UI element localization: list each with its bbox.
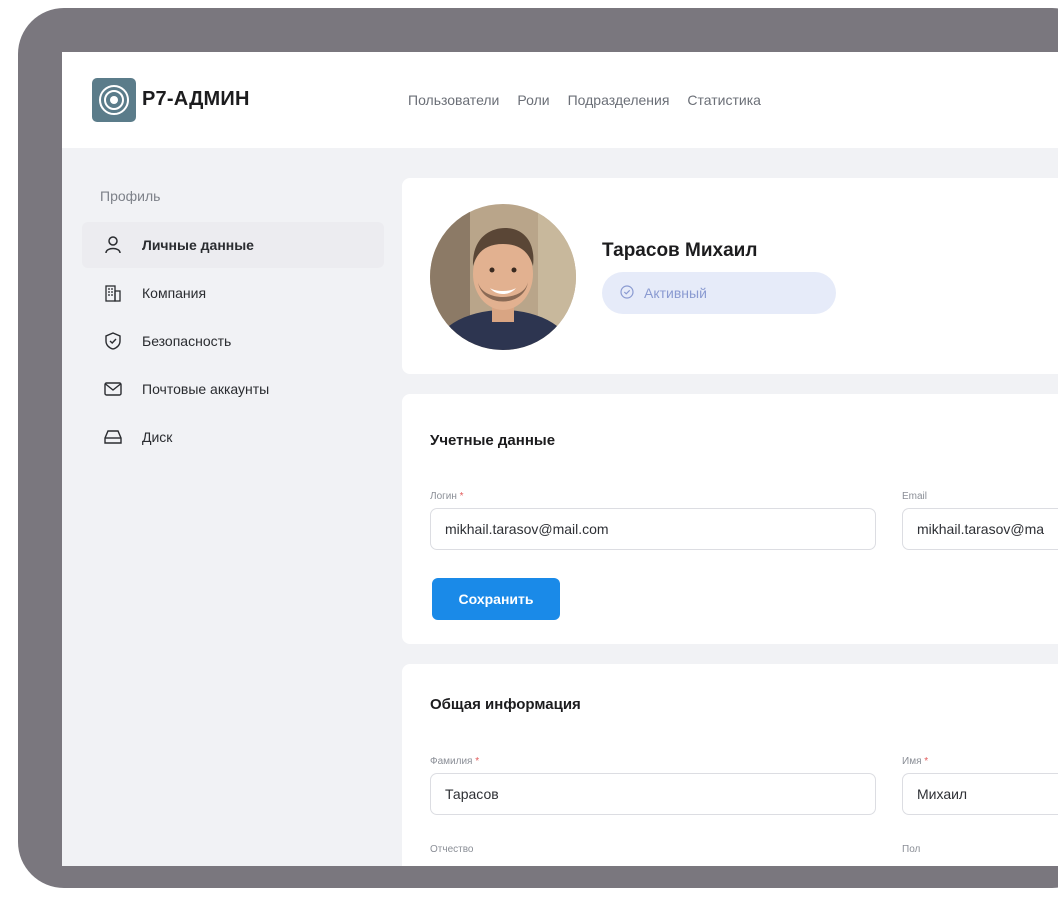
general-info-title: Общая информация: [430, 696, 581, 713]
logo-icon[interactable]: [92, 78, 136, 122]
general-info-card: Общая информация Фамилия * Тарасов Имя *…: [402, 664, 1058, 866]
nav-item-statistics[interactable]: Статистика: [687, 92, 761, 108]
sidebar-title: Профиль: [100, 188, 161, 204]
app-logo-text[interactable]: Р7-АДМИН: [142, 88, 250, 111]
nav-item-roles[interactable]: Роли: [517, 92, 549, 108]
email-field[interactable]: mikhail.tarasov@ma: [902, 508, 1058, 550]
firstname-label: Имя *: [902, 756, 929, 767]
lastname-field[interactable]: Тарасов: [430, 773, 876, 815]
app-screen: Р7-АДМИН Пользователи Роли Подразделения…: [62, 52, 1058, 866]
patronymic-label: Отчество: [430, 844, 474, 855]
main-nav: Пользователи Роли Подразделения Статисти…: [408, 92, 761, 108]
sidebar-item-label: Личные данные: [142, 237, 254, 253]
sidebar-item-label: Почтовые аккаунты: [142, 381, 270, 397]
gender-label: Пол: [902, 844, 921, 855]
nav-item-users[interactable]: Пользователи: [408, 92, 499, 108]
shield-icon: [102, 330, 124, 352]
sidebar-item-personal-data[interactable]: Личные данные: [82, 222, 384, 268]
required-mark: *: [459, 491, 464, 502]
firstname-field[interactable]: Михаил: [902, 773, 1058, 815]
sidebar-item-mail-accounts[interactable]: Почтовые аккаунты: [82, 366, 384, 412]
credentials-card: Учетные данные Логин * mikhail.tarasov@m…: [402, 394, 1058, 644]
email-label: Email: [902, 491, 928, 502]
status-badge: Активный: [602, 272, 836, 314]
sidebar: Профиль Личные данные Компания Безопасно…: [82, 188, 384, 462]
sidebar-item-security[interactable]: Безопасность: [82, 318, 384, 364]
avatar[interactable]: [430, 204, 576, 350]
user-icon: [102, 234, 124, 256]
login-label: Логин *: [430, 491, 464, 502]
sidebar-item-disk[interactable]: Диск: [82, 414, 384, 460]
mail-icon: [102, 378, 124, 400]
required-mark: *: [924, 756, 929, 767]
sidebar-item-company[interactable]: Компания: [82, 270, 384, 316]
sidebar-item-label: Безопасность: [142, 333, 232, 349]
required-mark: *: [475, 756, 480, 767]
lastname-label: Фамилия *: [430, 756, 480, 767]
status-text: Активный: [644, 285, 707, 301]
check-circle-icon: [620, 284, 634, 302]
sidebar-item-label: Диск: [142, 429, 173, 445]
save-button[interactable]: Сохранить: [432, 578, 560, 620]
drive-icon: [102, 426, 124, 448]
nav-item-departments[interactable]: Подразделения: [568, 92, 670, 108]
credentials-title: Учетные данные: [430, 432, 556, 449]
profile-card: Тарасов Михаил Активный: [402, 178, 1058, 374]
top-header: Р7-АДМИН Пользователи Роли Подразделения…: [62, 52, 1058, 148]
login-field[interactable]: mikhail.tarasov@mail.com: [430, 508, 876, 550]
sidebar-item-label: Компания: [142, 285, 207, 301]
profile-name: Тарасов Михаил: [602, 240, 758, 261]
building-icon: [102, 282, 124, 304]
